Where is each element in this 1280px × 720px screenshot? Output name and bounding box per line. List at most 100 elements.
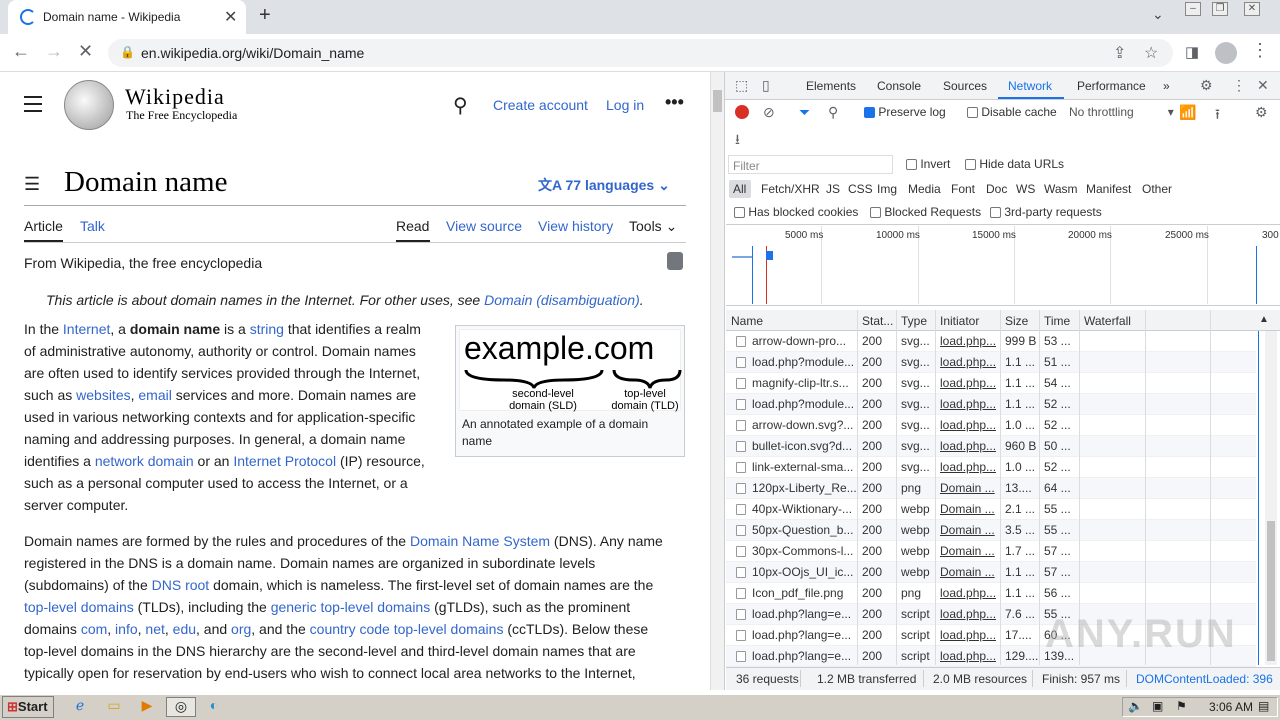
volume-icon[interactable]: 🔈 [1128, 699, 1143, 713]
device-toolbar-icon[interactable]: ▯ [762, 77, 770, 94]
type-filter-css[interactable]: CSS [848, 182, 873, 196]
language-button[interactable]: 文A 77 languages ⌄ [538, 175, 670, 195]
type-filter-js[interactable]: JS [826, 182, 840, 196]
more-options-icon[interactable]: ••• [665, 92, 684, 113]
explorer-folder-icon[interactable]: ▭ [103, 697, 125, 717]
address-bar[interactable]: 🔒 en.wikipedia.org/wiki/Domain_name ⇪ ☆ [108, 39, 1173, 67]
request-initiator[interactable]: load.php... [940, 355, 996, 369]
wiki-link[interactable]: org [231, 621, 251, 637]
type-filter-fetchxhr[interactable]: Fetch/XHR [761, 182, 820, 196]
scrollbar-thumb[interactable] [1267, 521, 1275, 661]
tab-view-source[interactable]: View source [446, 218, 522, 234]
log-in-link[interactable]: Log in [606, 97, 644, 113]
has-blocked-cookies-checkbox[interactable]: Has blocked cookies [734, 205, 858, 219]
table-row[interactable]: link-external-sma... 200 svg... load.php...… [726, 457, 1256, 478]
request-initiator[interactable]: Domain ... [940, 544, 995, 558]
start-button[interactable]: ⊞Start [2, 696, 54, 718]
close-tab-icon[interactable]: ✕ [224, 7, 237, 27]
tab-console[interactable]: Console [877, 79, 921, 93]
sort-arrow-icon[interactable]: ▲ [1259, 314, 1269, 325]
hide-data-urls-checkbox[interactable]: Hide data URLs [965, 157, 1064, 171]
third-party-checkbox[interactable]: 3rd-party requests [990, 205, 1102, 219]
filter-icon[interactable]: ⏷ [799, 104, 810, 121]
table-of-contents-icon[interactable]: ☰ [24, 174, 40, 195]
forward-icon[interactable]: → [45, 41, 63, 62]
preserve-log-checkbox[interactable]: Preserve log [864, 105, 946, 119]
blocked-requests-checkbox[interactable]: Blocked Requests [870, 205, 981, 219]
type-filter-img[interactable]: Img [877, 182, 897, 196]
wiki-link[interactable]: top-level domains [24, 599, 134, 615]
search-icon[interactable]: ⚲ [453, 93, 468, 118]
bookmark-star-icon[interactable]: ☆ [1144, 43, 1158, 63]
col-status[interactable]: Stat... [862, 314, 893, 328]
type-filter-media[interactable]: Media [908, 182, 941, 196]
tab-read[interactable]: Read [396, 218, 429, 234]
disambiguation-link[interactable]: Domain (disambiguation) [484, 292, 640, 308]
type-filter-all[interactable]: All [733, 182, 746, 196]
close-devtools-icon[interactable]: ✕ [1257, 77, 1269, 94]
stop-icon[interactable]: ✕ [78, 41, 93, 62]
type-filter-font[interactable]: Font [951, 182, 975, 196]
request-initiator[interactable]: load.php... [940, 649, 996, 663]
table-row[interactable]: load.php?module... 200 svg... load.php... 1.… [726, 352, 1256, 373]
wiki-link[interactable]: string [250, 321, 284, 337]
wiki-link[interactable]: Domain Name System [410, 533, 550, 549]
wiki-link[interactable]: net [145, 621, 164, 637]
wikipedia-globe-logo[interactable] [64, 80, 114, 130]
more-tabs-icon[interactable]: » [1163, 79, 1170, 93]
request-initiator[interactable]: load.php... [940, 376, 996, 390]
request-initiator[interactable]: Domain ... [940, 502, 995, 516]
import-har-icon[interactable]: ⭱ [1215, 104, 1220, 128]
table-row[interactable]: Icon_pdf_file.png 200 png load.php... 1.1 ..… [726, 583, 1256, 604]
show-desktop-icon[interactable]: ▤ [1258, 699, 1269, 713]
request-initiator[interactable]: load.php... [940, 334, 996, 348]
wiki-link[interactable]: generic top-level domains [271, 599, 431, 615]
domain-diagram-image[interactable]: example.com second-level domain (SLD) to… [459, 329, 682, 412]
page-scrollbar[interactable] [710, 72, 724, 690]
type-filter-other[interactable]: Other [1142, 182, 1172, 196]
wiki-link[interactable]: Internet [63, 321, 110, 337]
wiki-link[interactable]: country code top-level domains [310, 621, 504, 637]
table-row[interactable]: magnify-clip-ltr.s... 200 svg... load.php..… [726, 373, 1256, 394]
flag-icon[interactable]: ⚑ [1176, 699, 1187, 713]
share-icon[interactable]: ⇪ [1113, 43, 1126, 63]
request-initiator[interactable]: Domain ... [940, 565, 995, 579]
clear-icon[interactable]: ⊘ [763, 104, 775, 121]
type-filter-ws[interactable]: WS [1016, 182, 1035, 196]
network-conditions-icon[interactable]: 📶 [1179, 104, 1196, 121]
throttling-select[interactable]: No throttling ▾ [1069, 105, 1174, 119]
wiki-link[interactable]: com [81, 621, 107, 637]
request-initiator[interactable]: load.php... [940, 397, 996, 411]
chrome-menu-icon[interactable]: ⋮ [1251, 40, 1269, 61]
ie-icon[interactable]: ℯ [69, 697, 91, 717]
request-initiator[interactable]: Domain ... [940, 523, 995, 537]
col-size[interactable]: Size [1005, 314, 1028, 328]
media-player-icon[interactable]: ▶ [136, 697, 158, 717]
type-filter-doc[interactable]: Doc [986, 182, 1007, 196]
wiki-link[interactable]: network domain [95, 453, 194, 469]
col-initiator[interactable]: Initiator [940, 314, 979, 328]
request-initiator[interactable]: load.php... [940, 460, 996, 474]
tab-talk[interactable]: Talk [80, 218, 105, 234]
wiki-link[interactable]: websites [76, 387, 130, 403]
table-row[interactable]: 120px-Liberty_Re... 200 png Domain ... 13...… [726, 478, 1256, 499]
tools-dropdown[interactable]: Tools ⌄ [629, 218, 677, 235]
type-filter-wasm[interactable]: Wasm [1044, 182, 1078, 196]
tab-network[interactable]: Network [1008, 79, 1052, 93]
invert-checkbox[interactable]: Invert [906, 157, 950, 171]
tab-search-chevron-icon[interactable]: ⌄ [1152, 6, 1164, 23]
record-icon[interactable] [735, 105, 749, 119]
tab-elements[interactable]: Elements [806, 79, 856, 93]
table-scrollbar[interactable] [1265, 331, 1277, 665]
devtools-menu-icon[interactable]: ⋮ [1232, 77, 1246, 94]
side-panel-icon[interactable]: ◨ [1185, 43, 1199, 61]
network-settings-icon[interactable]: ⚙ [1255, 104, 1268, 121]
wikipedia-wordmark[interactable]: Wikipedia [125, 84, 225, 110]
settings-gear-icon[interactable]: ⚙ [1200, 77, 1213, 94]
table-row[interactable]: 10px-OOjs_UI_ic... 200 webp Domain ... 1.1 .… [726, 562, 1256, 583]
maximize-button[interactable]: ❐ [1212, 2, 1228, 16]
browser-tab[interactable]: Domain name - Wikipedia ✕ [8, 0, 246, 34]
table-row[interactable]: 40px-Wiktionary-... 200 webp Domain ... 2.1 … [726, 499, 1256, 520]
tab-performance[interactable]: Performance [1077, 79, 1146, 93]
create-account-link[interactable]: Create account [493, 97, 588, 113]
